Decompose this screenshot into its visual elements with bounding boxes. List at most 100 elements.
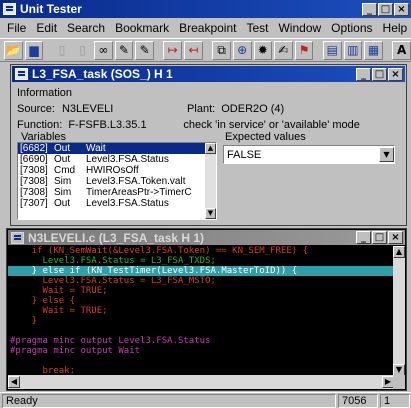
task-window-titlebar[interactable]: L3_FSA_task (SOS_) H 1 _ □ × — [12, 66, 405, 82]
code-minimize-button[interactable]: _ — [356, 231, 371, 244]
edit-icon[interactable]: ✍ — [274, 40, 293, 60]
code-close-button[interactable]: × — [388, 231, 403, 244]
toolbar: 📂 ▆ ▯ ▯ ∞ ✎ ✎ ↦ ↤ ⧉ ⊕ ✹ ✍ ⚑ ▤ ▥ ▦ A — [0, 38, 411, 62]
code-window: N3LEVELI.c (L3_FSA_task H 1) _ □ × if (K… — [6, 228, 407, 391]
variable-name: TimerAreasPtr->TimerC — [86, 187, 192, 198]
line-number: 7056 — [338, 393, 378, 408]
code-vertical-scrollbar[interactable]: ▲ ▼ — [393, 246, 405, 376]
menu-bookmark[interactable]: Bookmark — [110, 21, 174, 35]
gear-icon[interactable]: ✹ — [253, 40, 273, 60]
app-icon — [3, 3, 16, 15]
status-bar: Ready 7056 1 — [0, 392, 411, 408]
task-window: L3_FSA_task (SOS_) H 1 _ □ × Information… — [10, 64, 407, 226]
task-window-title: L3_FSA_task (SOS_) H 1 — [32, 67, 173, 81]
font-icon[interactable]: A — [392, 40, 411, 60]
test-icon[interactable]: ⧉ — [212, 40, 231, 60]
scroll-left-icon[interactable]: ◀ — [8, 376, 20, 388]
close-button[interactable]: × — [394, 2, 409, 16]
code-line[interactable]: } else if (KN_TestTimer(Level3.FSA.Maste… — [8, 266, 394, 276]
maximize-button[interactable]: □ — [378, 2, 393, 16]
variable-row[interactable]: [7308] Sim TimerAreasPtr->TimerC — [18, 187, 216, 198]
task-window-icon — [15, 68, 28, 80]
variables-scrollbar[interactable]: ▲ ▼ — [205, 143, 216, 219]
status-text: Ready — [2, 393, 336, 408]
variable-row[interactable]: [6682] Out Wait — [18, 143, 216, 154]
chevron-down-icon[interactable]: ▼ — [379, 147, 394, 162]
variable-type: Out — [54, 154, 71, 165]
variables-list[interactable]: [6682] Out Wait [6690] Out Level3.FSA.St… — [17, 142, 217, 220]
information-label: Information — [17, 87, 73, 99]
source-row: Source: N3LEVELI Plant: ODER2O (4) — [17, 103, 284, 115]
open-folder-icon[interactable]: 📂 — [4, 40, 23, 60]
target-icon[interactable]: ⊕ — [232, 40, 252, 60]
code-editor[interactable]: if (KN_SemWait(&Level3.FSA.Token) == KN_… — [8, 246, 394, 376]
menu-options[interactable]: Options — [326, 21, 377, 35]
code-horizontal-scrollbar[interactable]: ◀ ▶ — [8, 375, 394, 389]
variable-row[interactable]: [6690] Out Level3.FSA.Status — [18, 154, 216, 165]
plant-value: ODER2O (4) — [221, 103, 285, 115]
variable-row[interactable]: [7307] Out Level3.FSA.Status — [18, 198, 216, 209]
column-number: 1 — [380, 393, 410, 408]
variable-type: Sim — [54, 176, 72, 187]
blank-doc-icon[interactable]: ▯ — [53, 41, 72, 60]
code-line[interactable]: #pragma minc output Wait — [8, 346, 394, 356]
code-line[interactable]: } else { — [8, 296, 394, 306]
menu-search[interactable]: Search — [62, 21, 110, 35]
run-icon[interactable]: ⚑ — [294, 40, 314, 60]
minimize-button[interactable]: _ — [362, 2, 377, 16]
variable-row[interactable]: [7308] Sim Level3.FSA.Token.valt — [18, 176, 216, 187]
scroll-down-icon[interactable]: ▼ — [205, 208, 216, 219]
expected-value-dropdown[interactable]: FALSE ▼ — [223, 145, 395, 164]
step-over-icon[interactable]: ↤ — [184, 40, 203, 60]
code-line[interactable]: Level3.FSA.Status = L3_FSA_MSTO; — [8, 276, 394, 286]
menu-edit[interactable]: Edit — [31, 21, 62, 35]
window-cascade-icon[interactable]: ▤ — [322, 40, 342, 60]
expected-value: FALSE — [227, 148, 262, 161]
save-icon[interactable]: ▆ — [24, 40, 44, 60]
menu-breakpoint[interactable]: Breakpoint — [174, 21, 241, 35]
code-line[interactable]: if (KN_SemWait(&Level3.FSA.Token) == KN_… — [8, 246, 394, 256]
task-close-button[interactable]: × — [388, 67, 403, 81]
variable-name: Wait — [86, 143, 106, 154]
variable-id: [7308] — [20, 176, 48, 187]
variable-id: [6690] — [20, 154, 48, 165]
code-window-title: N3LEVELI.c (L3_FSA_task H 1) — [28, 230, 205, 245]
task-maximize-button[interactable]: □ — [372, 67, 387, 81]
unit-tester-app: Unit Tester _ □ × File Edit Search Bookm… — [0, 0, 411, 408]
menu-bar: File Edit Search Bookmark Breakpoint Tes… — [0, 19, 411, 37]
scroll-up-icon[interactable]: ▲ — [205, 143, 216, 154]
variable-id: [6682] — [20, 143, 48, 154]
app-titlebar[interactable]: Unit Tester _ □ × — [0, 0, 411, 18]
menu-help[interactable]: Help — [378, 21, 411, 35]
menu-file[interactable]: File — [2, 21, 31, 35]
step-into-icon[interactable]: ↦ — [163, 40, 183, 60]
plant-label: Plant: — [187, 103, 216, 115]
menu-window[interactable]: Window — [273, 21, 326, 35]
binoculars-icon[interactable]: ∞ — [94, 40, 113, 60]
function-label: Function: — [17, 119, 63, 131]
find-next-icon[interactable]: ✎ — [135, 40, 154, 60]
scroll-up-icon[interactable]: ▲ — [393, 246, 405, 258]
find-replace-icon[interactable]: ✎ — [114, 40, 134, 60]
variable-name: HWIROsOff — [86, 165, 139, 176]
code-window-icon — [11, 231, 24, 244]
variable-row[interactable]: [7308] Cmd HWIROsOff — [18, 165, 216, 176]
code-window-titlebar[interactable]: N3LEVELI.c (L3_FSA_task H 1) _ □ × — [8, 230, 405, 245]
code-line[interactable]: Wait = TRUE; — [8, 306, 394, 316]
task-minimize-button[interactable]: _ — [356, 67, 371, 81]
code-maximize-button[interactable]: □ — [372, 231, 387, 244]
variable-id: [7307] — [20, 198, 48, 209]
function-value: F-FSFB.L3.35.1 — [68, 119, 147, 131]
menu-test[interactable]: Test — [241, 21, 273, 35]
blank-doc2-icon[interactable]: ▯ — [73, 41, 92, 60]
variable-type: Out — [54, 143, 71, 154]
window-arrange-icon[interactable]: ▦ — [364, 40, 383, 60]
code-line[interactable]: Wait = TRUE; — [8, 286, 394, 296]
code-line[interactable] — [8, 356, 394, 366]
code-line[interactable]: #pragma minc output Level3.FSA.Status — [8, 336, 394, 346]
size-grip[interactable] — [393, 375, 405, 389]
window-tile-icon[interactable]: ▥ — [343, 40, 363, 60]
code-line[interactable] — [8, 326, 394, 336]
code-line[interactable]: } — [8, 316, 394, 326]
code-line[interactable]: Level3.FSA.Status = L3_FSA_TXDS; — [8, 256, 394, 266]
